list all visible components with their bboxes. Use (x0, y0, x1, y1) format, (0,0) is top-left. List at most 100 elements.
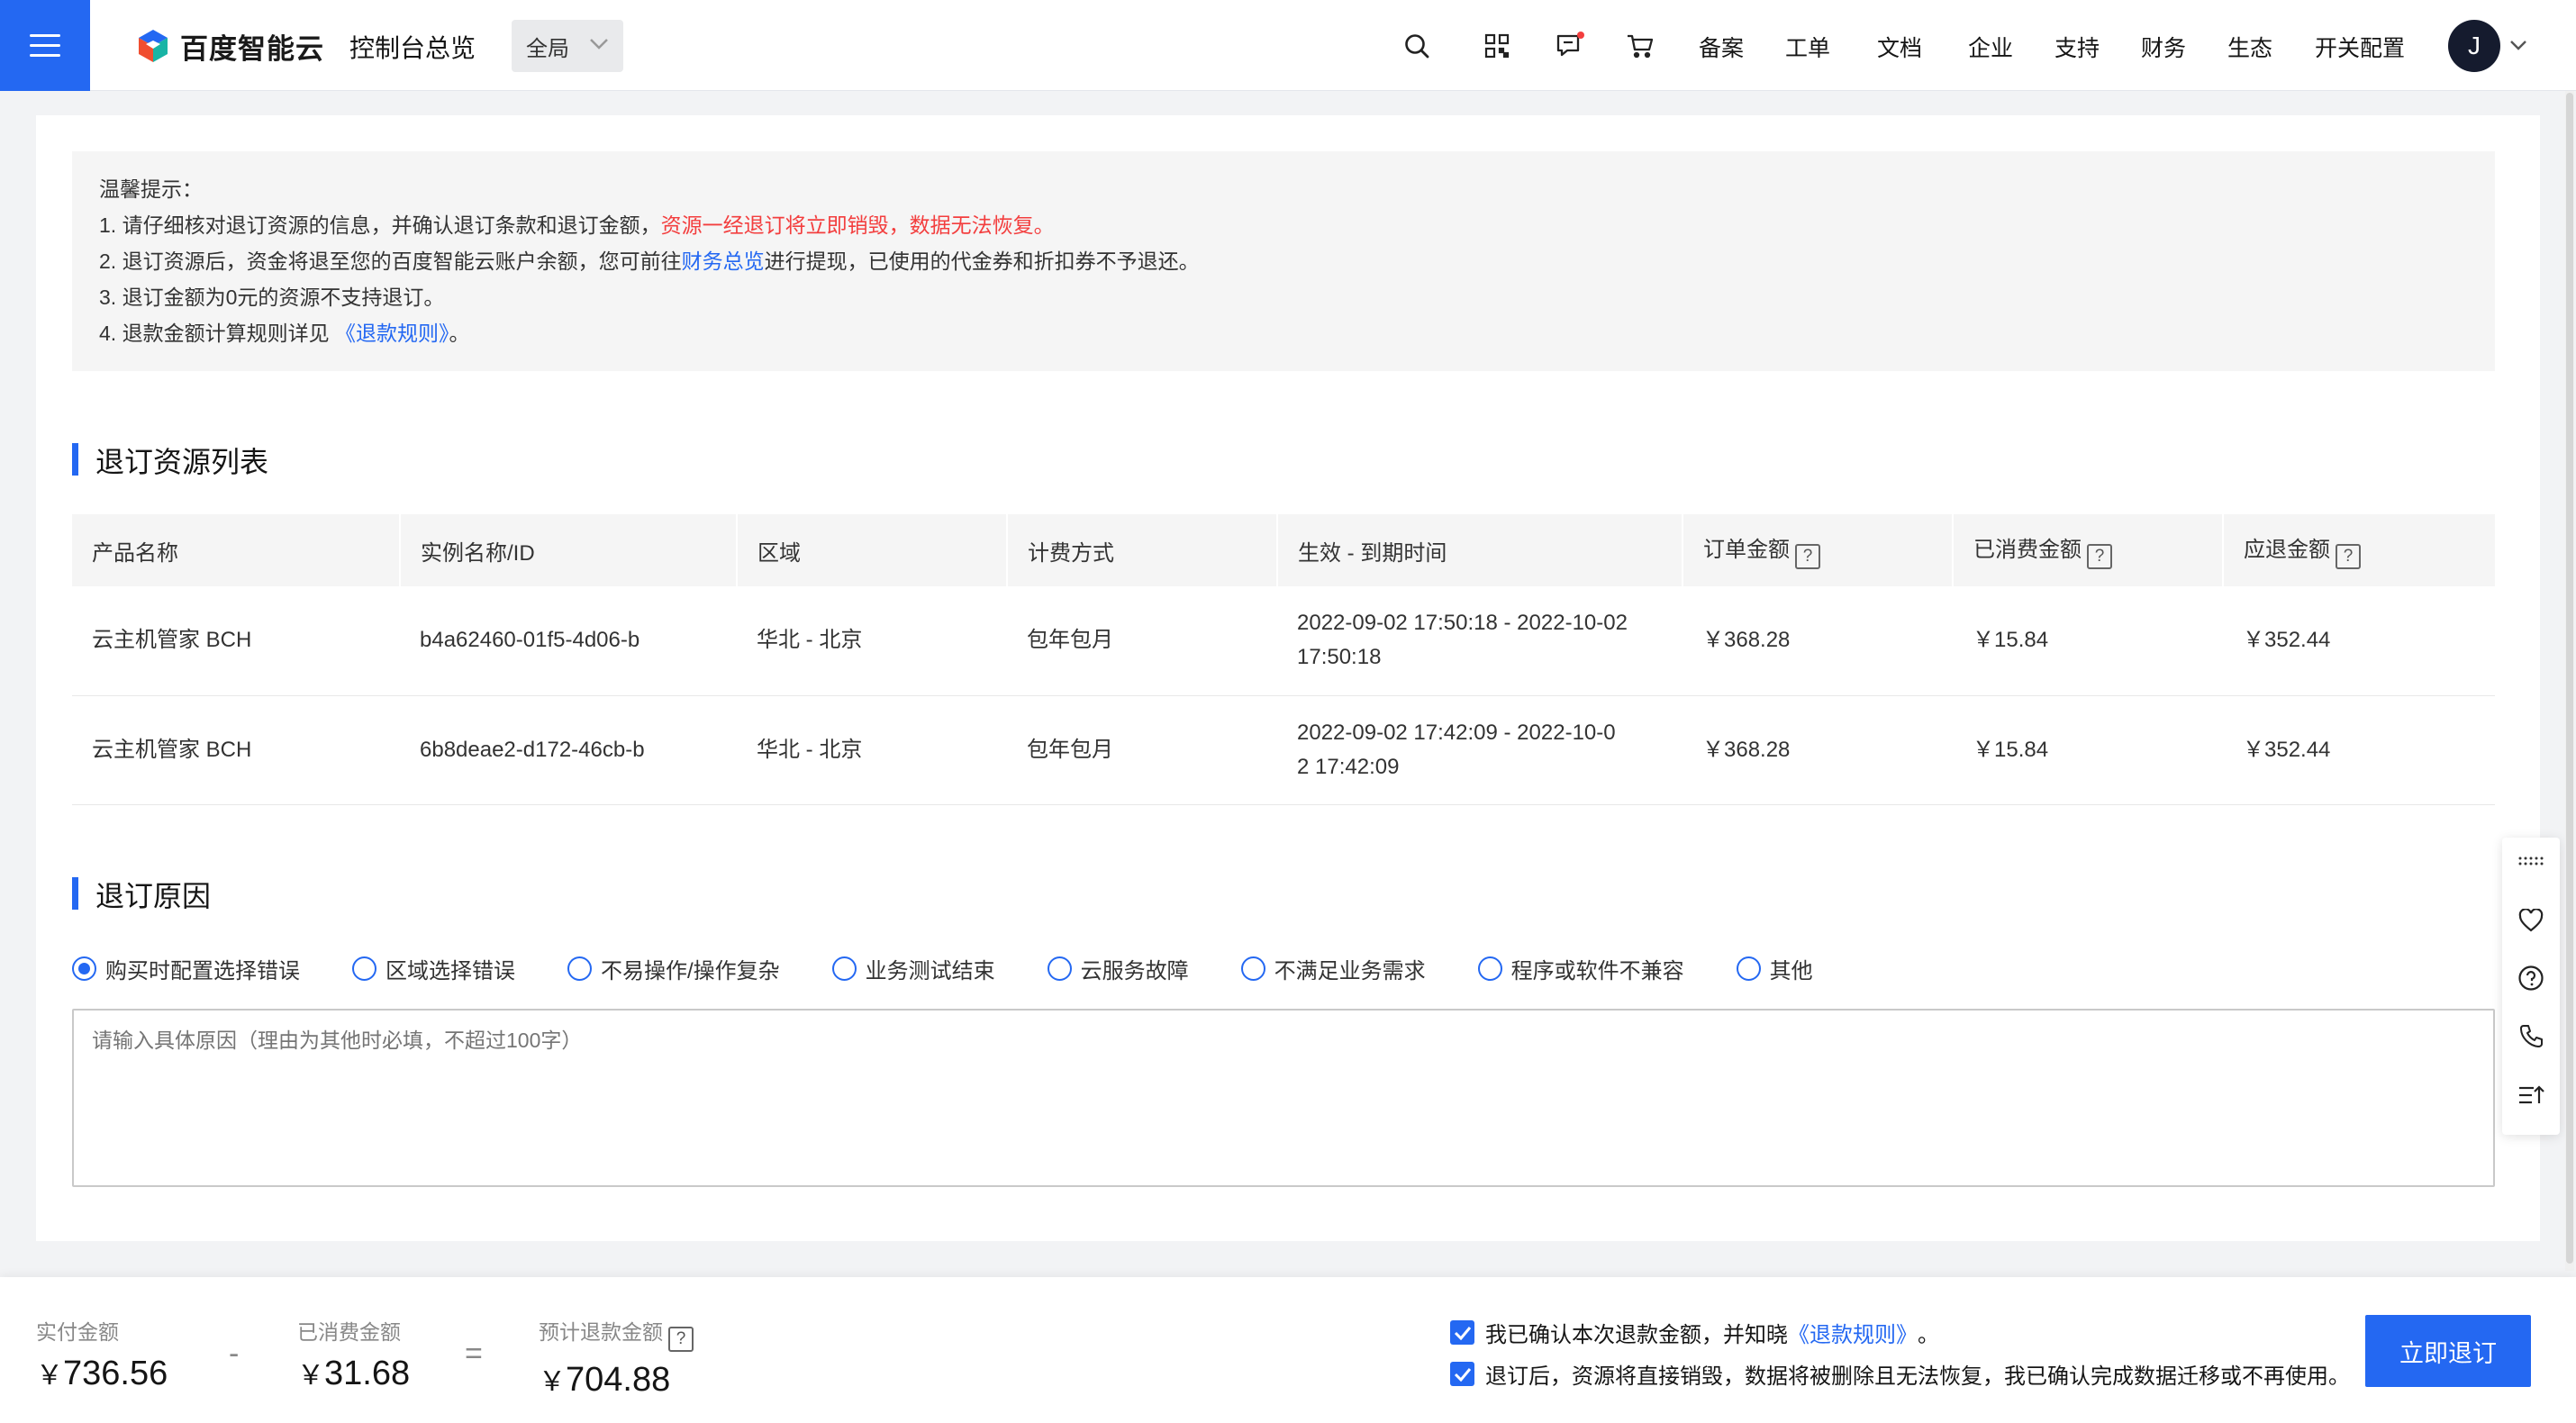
menu-icon (30, 33, 60, 58)
reason-radio-wrong-region[interactable]: 区域选择错误 (352, 953, 515, 984)
refund-rules-link[interactable]: 《退款规则》 (1788, 1317, 1918, 1348)
help-icon[interactable]: ? (2087, 544, 2112, 569)
nav-link-ticket[interactable]: 工单 (1785, 31, 1830, 63)
currency-symbol: ￥ (36, 1361, 63, 1391)
region-select-value: 全局 (526, 36, 569, 61)
radio-icon[interactable] (1736, 956, 1761, 981)
vertical-scrollbar[interactable] (2565, 91, 2574, 1271)
confirm-destroy-text: 退订后，资源将直接销毁，数据将被删除且无法恢复，我已确认完成数据迁移或不再使用。 (1485, 1364, 2350, 1389)
reason-detail-textarea[interactable] (72, 1009, 2495, 1187)
cell-billing: 包年包月 (1007, 695, 1277, 805)
nav-link-enterprise[interactable]: 企业 (1968, 31, 2013, 63)
consumed-amount-label: 已消费金额 (297, 1320, 401, 1344)
reason-radio-test-ended[interactable]: 业务测试结束 (831, 953, 995, 984)
column-header: 实例名称/ID (400, 514, 738, 586)
cell-region: 华北 - 北京 (737, 586, 1007, 696)
radio-label: 业务测试结束 (865, 959, 995, 983)
cell-region: 华北 - 北京 (737, 695, 1007, 805)
message-icon[interactable] (1555, 31, 1585, 61)
reason-radio-wrong-config[interactable]: 购买时配置选择错误 (72, 953, 300, 984)
reason-radio-incompatible[interactable]: 程序或软件不兼容 (1477, 953, 1684, 984)
search-icon[interactable] (1401, 31, 1432, 61)
radio-icon[interactable] (831, 956, 857, 981)
finance-overview-link[interactable]: 财务总览 (682, 249, 765, 273)
drag-handle-icon[interactable] (2517, 847, 2545, 875)
refund-rules-link[interactable]: 《退款规则》 (335, 322, 449, 345)
column-header-label: 应退金额 (2244, 538, 2330, 562)
help-icon[interactable]: ? (2336, 544, 2361, 569)
nav-link-finance[interactable]: 财务 (2141, 31, 2186, 63)
column-header: 区域 (737, 514, 1008, 586)
radio-label: 区域选择错误 (385, 959, 515, 983)
cell-order-amount: ￥368.28 (1683, 586, 1953, 696)
table-row: 云主机管家 BCH 6b8deae2-d172-46cb-b 华北 - 北京 包… (72, 695, 2495, 805)
cell-billing: 包年包月 (1007, 586, 1277, 696)
radio-icon[interactable] (1047, 956, 1072, 981)
back-to-top-icon[interactable] (2517, 1081, 2545, 1110)
help-icon[interactable]: ? (1795, 544, 1820, 569)
cell-product: 云主机管家 BCH (72, 695, 400, 805)
hamburger-menu-button[interactable] (0, 0, 90, 91)
reason-radio-hard-to-use[interactable]: 不易操作/操作复杂 (567, 953, 780, 984)
confirm-refund-checkbox-row[interactable]: 我已确认本次退款金额，并知晓 《退款规则》。 (1450, 1317, 1939, 1348)
column-header: 应退金额? (2223, 514, 2495, 586)
estimated-refund-value: ￥704.88 (539, 1359, 694, 1400)
nav-link-ecosystem[interactable]: 生态 (2227, 31, 2272, 63)
currency-symbol: ￥ (297, 1361, 324, 1391)
cart-icon[interactable] (1625, 31, 1655, 61)
top-navbar: 百度智能云 控制台总览 全局 备案 工单 文档 企业 支持 财务 生态 开关配置 (0, 0, 2576, 91)
refund-form-card: 温馨提示： 1. 请仔细核对退订资源的信息，并确认退订条款和退订金额，资源一经退… (36, 115, 2540, 1241)
phone-icon[interactable] (2517, 1021, 2545, 1050)
notice-line-2-text: 2. 退订资源后，资金将退至您的百度智能云账户余额，您可前往 (99, 249, 682, 273)
resource-list-title: 退订资源列表 (72, 440, 268, 481)
paid-amount-label: 实付金额 (36, 1320, 119, 1344)
reason-radio-not-meet-needs[interactable]: 不满足业务需求 (1240, 953, 1426, 984)
cell-consumed: ￥15.84 (1953, 695, 2223, 805)
radio-label: 程序或软件不兼容 (1510, 959, 1684, 983)
column-header: 计费方式 (1007, 514, 1278, 586)
radio-icon[interactable] (1477, 956, 1502, 981)
notice-title: 温馨提示： (99, 177, 203, 201)
radio-icon[interactable] (567, 956, 592, 981)
table-row: 云主机管家 BCH b4a62460-01f5-4d06-b 华北 - 北京 包… (72, 586, 2495, 696)
favorite-icon[interactable] (2517, 906, 2545, 935)
qrcode-icon[interactable] (1482, 31, 1512, 61)
reason-radio-service-failure[interactable]: 云服务故障 (1047, 953, 1189, 984)
notice-line-4-text: 4. 退款金额计算规则详见 (99, 322, 335, 345)
confirm-destroy-checkbox-row[interactable]: 退订后，资源将直接销毁，数据将被删除且无法恢复，我已确认完成数据迁移或不再使用。 (1450, 1358, 2350, 1390)
floating-toolbar (2502, 838, 2560, 1135)
logo[interactable]: 百度智能云 (135, 27, 324, 65)
nav-link-docs[interactable]: 文档 (1877, 31, 1922, 63)
cell-refund: ￥352.44 (2223, 586, 2495, 696)
notice-line-4-suffix: 。 (449, 322, 470, 345)
cell-period: 2022-09-02 17:50:18 - 2022-10-02 17:50:18 (1277, 586, 1683, 696)
cell-period-line: 2 17:42:09 (1297, 754, 1400, 779)
checkbox-checked-icon[interactable] (1450, 1320, 1474, 1345)
console-overview-link[interactable]: 控制台总览 (349, 29, 476, 65)
help-icon[interactable]: ? (668, 1327, 694, 1352)
radio-icon[interactable] (1240, 956, 1265, 981)
cell-product: 云主机管家 BCH (72, 586, 400, 696)
cell-consumed: ￥15.84 (1953, 586, 2223, 696)
help-circle-icon[interactable] (2517, 964, 2545, 992)
nav-link-beian[interactable]: 备案 (1699, 31, 1744, 63)
paid-amount-value: ￥736.56 (36, 1353, 168, 1393)
baidu-cloud-logo-icon (139, 30, 168, 62)
radio-checked-icon[interactable] (72, 956, 96, 981)
nav-link-support[interactable]: 支持 (2054, 31, 2100, 63)
unsubscribe-now-button[interactable]: 立即退订 (2365, 1315, 2531, 1387)
notice-line-4: 4. 退款金额计算规则详见 《退款规则》。 (99, 315, 2468, 351)
user-avatar[interactable]: J (2448, 20, 2500, 72)
radio-label: 云服务故障 (1080, 959, 1189, 983)
minus-sign: - (229, 1337, 240, 1371)
scrollbar-thumb[interactable] (2566, 93, 2573, 1264)
notice-line-1: 1. 请仔细核对退订资源的信息，并确认退订条款和退订金额，资源一经退订将立即销毁… (99, 207, 2468, 243)
nav-link-switch-config[interactable]: 开关配置 (2315, 31, 2405, 63)
checkbox-checked-icon[interactable] (1450, 1362, 1474, 1386)
reason-radio-other[interactable]: 其他 (1736, 953, 1813, 984)
chevron-down-icon[interactable] (2509, 40, 2527, 50)
radio-icon[interactable] (352, 956, 376, 981)
region-select[interactable]: 全局 (512, 20, 623, 72)
cell-instance: 6b8deae2-d172-46cb-b (400, 695, 737, 805)
column-header: 产品名称 (72, 514, 401, 586)
